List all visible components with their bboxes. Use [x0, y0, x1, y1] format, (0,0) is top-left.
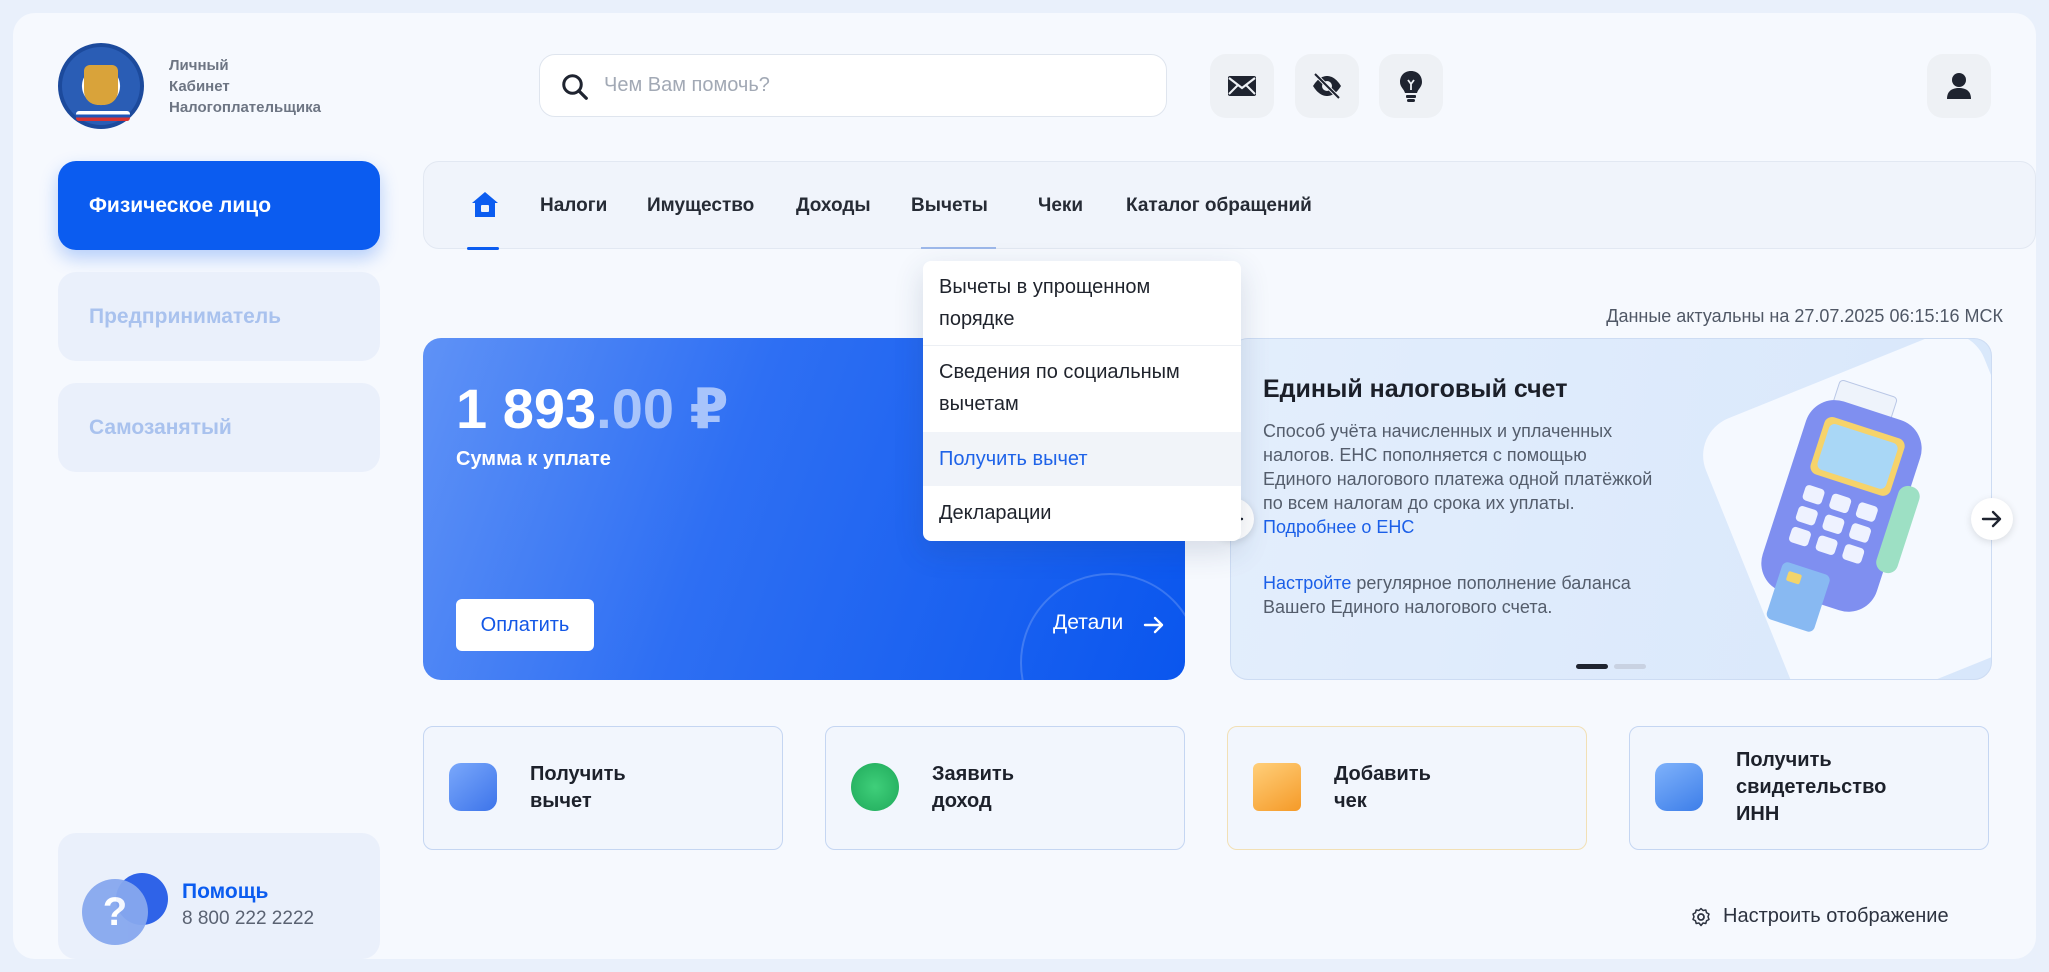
- lightbulb-icon: [1400, 71, 1422, 102]
- ens-more-link[interactable]: Подробнее о ЕНС: [1263, 517, 1414, 537]
- payment-terminal-illustration: [1761, 379, 1922, 632]
- ens-promo-card: Единый налоговый счет Способ учёта начис…: [1230, 338, 1992, 680]
- tab-requests-catalog[interactable]: Каталог обращений: [1126, 195, 1312, 217]
- amount-due: 1 893.00 ₽: [456, 377, 729, 440]
- carousel-dot[interactable]: [1614, 664, 1646, 669]
- hide-balance-button[interactable]: [1295, 54, 1359, 118]
- carousel-dot-active[interactable]: [1576, 664, 1608, 669]
- tab-receipts[interactable]: Чеки: [1038, 195, 1083, 217]
- tile-add-receipt[interactable]: Добавить чек: [1227, 726, 1587, 850]
- menu-item-declarations[interactable]: Декларации: [923, 486, 1241, 540]
- setup-link[interactable]: Настройте: [1263, 573, 1351, 593]
- eagle-emblem-icon: [84, 65, 118, 105]
- tile-label: Добавить чек: [1334, 763, 1431, 812]
- mail-button[interactable]: [1210, 54, 1274, 118]
- ens-title: Единый налоговый счет: [1263, 375, 1568, 403]
- search-placeholder: Чем Вам помочь?: [604, 74, 770, 96]
- ens-setup-text: Настройте регулярное пополнение баланса …: [1263, 573, 1631, 617]
- tab-property[interactable]: Имущество: [647, 195, 754, 217]
- arrow-right-icon: [1981, 510, 2002, 528]
- profile-button[interactable]: [1927, 54, 1991, 118]
- tab-taxes[interactable]: Налоги: [540, 195, 607, 217]
- search-input[interactable]: Чем Вам помочь?: [539, 54, 1167, 117]
- sidebar-item-entrepreneur[interactable]: Предприниматель: [58, 272, 380, 361]
- arrow-right-icon[interactable]: [1143, 614, 1165, 636]
- wallet-icon: [449, 763, 497, 811]
- help-block[interactable]: ? Помощь 8 800 222 2222: [58, 833, 380, 959]
- search-icon: [562, 74, 588, 100]
- flag-ribbon-icon: [76, 111, 130, 121]
- menu-item-simplified-deductions[interactable]: Вычеты в упрощенном порядке: [923, 271, 1241, 335]
- details-link[interactable]: Детали: [1053, 611, 1123, 635]
- ens-description: Способ учёта начисленных и уплаченных на…: [1263, 421, 1653, 537]
- deductions-dropdown: Вычеты в упрощенном порядке Сведения по …: [923, 261, 1241, 541]
- tile-label: Заявить доход: [932, 763, 1015, 812]
- tile-label: Получить вычет: [530, 763, 626, 812]
- tile-get-inn-certificate[interactable]: Получить свидетельство ИНН: [1629, 726, 1989, 850]
- help-phone[interactable]: 8 800 222 2222: [182, 908, 314, 930]
- sidebar-item-label: Самозанятый: [89, 415, 232, 439]
- gear-icon: [1692, 907, 1710, 926]
- logo-text[interactable]: Личный Кабинет Налогоплательщика: [169, 55, 369, 118]
- active-tab-indicator: [467, 247, 499, 250]
- fns-logo[interactable]: [58, 43, 144, 129]
- sidebar-item-label: Предприниматель: [89, 304, 282, 328]
- amount-due-label: Сумма к уплате: [456, 448, 611, 470]
- help-title: Помощь: [182, 880, 269, 903]
- tab-deductions[interactable]: Вычеты: [911, 195, 988, 217]
- certificate-icon: [1655, 763, 1703, 811]
- tile-declare-income[interactable]: Заявить доход: [825, 726, 1185, 850]
- carousel-next-button[interactable]: [1971, 498, 2013, 540]
- mail-icon: [1228, 76, 1256, 96]
- tips-button[interactable]: [1379, 54, 1443, 118]
- ruble-icon: [851, 763, 899, 811]
- pay-button[interactable]: Оплатить: [456, 599, 594, 651]
- sidebar-item-label: Физическое лицо: [89, 193, 272, 217]
- app-frame: Личный Кабинет Налогоплательщика Чем Вам…: [13, 13, 2036, 959]
- menu-item-social-deductions[interactable]: Сведения по социальным вычетам: [923, 356, 1241, 420]
- menu-item-get-deduction[interactable]: Получить вычет: [923, 432, 1241, 486]
- tab-income[interactable]: Доходы: [796, 195, 871, 217]
- user-icon: [1947, 73, 1971, 99]
- top-nav: Налоги Имущество Доходы Вычеты Чеки Ката…: [423, 161, 2036, 250]
- sidebar-item-self-employed[interactable]: Самозанятый: [58, 383, 380, 472]
- sidebar-item-individual[interactable]: Физическое лицо: [58, 161, 380, 250]
- customize-view-button[interactable]: Настроить отображение: [1691, 905, 1949, 928]
- eye-off-icon: [1313, 72, 1341, 100]
- hover-tab-indicator: [921, 247, 996, 249]
- tile-get-deduction[interactable]: Получить вычет: [423, 726, 783, 850]
- home-icon[interactable]: [470, 190, 500, 220]
- question-icon: ?: [82, 879, 148, 945]
- menu-divider: [923, 345, 1241, 346]
- receipt-icon: [1253, 763, 1301, 811]
- data-updated-timestamp: Данные актуальны на 27.07.2025 06:15:16 …: [1606, 306, 2003, 326]
- customize-view-label: Настроить отображение: [1723, 905, 1949, 927]
- tile-label: Получить свидетельство ИНН: [1736, 749, 1887, 825]
